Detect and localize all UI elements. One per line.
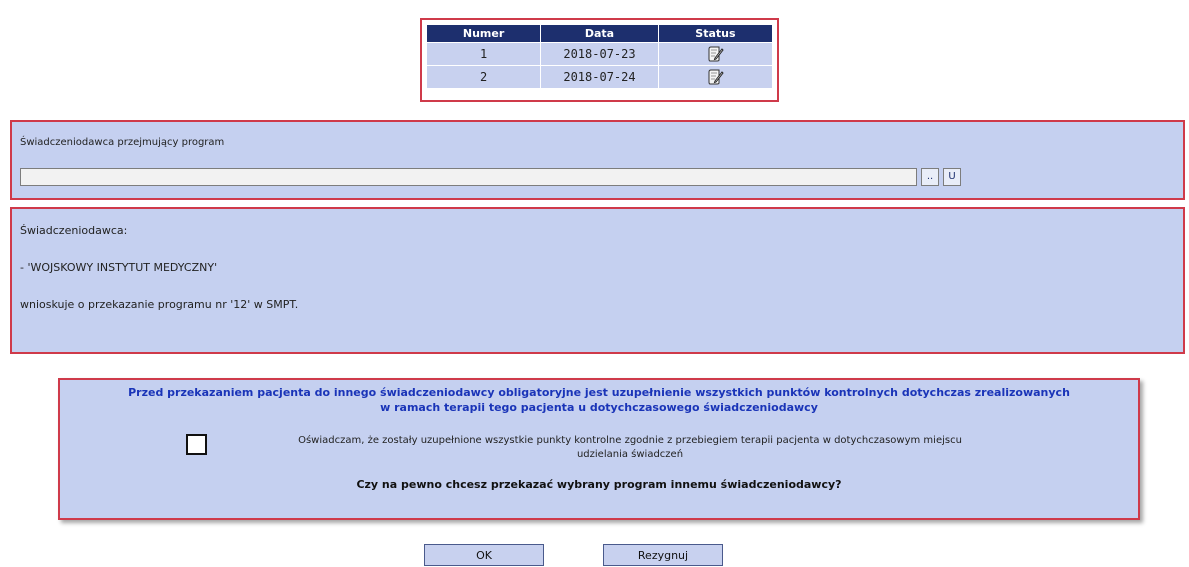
warning-text: Przed przekazaniem pacjenta do innego św… — [60, 385, 1138, 415]
status-table: Numer Data Status 1 2018-07-23 2 2018-07… — [425, 24, 774, 89]
provider-info-panel: Świadczeniodawca: - 'WOJSKOWY INSTYTUT M… — [10, 207, 1185, 354]
cell-numer: 2 — [425, 65, 542, 89]
declaration-checkbox[interactable] — [186, 434, 207, 455]
info-provider-name: - 'WOJSKOWY INSTYTUT MEDYCZNY' — [20, 261, 218, 274]
confirm-question: Czy na pewno chcesz przekazać wybrany pr… — [356, 478, 842, 491]
cell-data: 2018-07-24 — [540, 65, 659, 89]
cell-status[interactable] — [657, 42, 774, 66]
edit-note-icon[interactable] — [706, 45, 725, 63]
clear-provider-button[interactable]: U — [943, 168, 961, 186]
confirmation-panel: Przed przekazaniem pacjenta do innego św… — [58, 378, 1140, 520]
table-row: 2 2018-07-24 — [425, 65, 774, 89]
cell-numer: 1 — [425, 42, 542, 66]
edit-note-icon[interactable] — [706, 68, 725, 86]
warning-line-2: w ramach terapii tego pacjenta u dotychc… — [380, 401, 818, 414]
table-row: 1 2018-07-23 — [425, 42, 774, 66]
column-header-numer: Numer — [425, 24, 542, 43]
provider-panel: Świadczeniodawca przejmujący program .. … — [10, 120, 1185, 200]
column-header-status: Status — [657, 24, 774, 43]
table-header-row: Numer Data Status — [425, 24, 774, 43]
provider-label: Świadczeniodawca przejmujący program — [20, 137, 225, 148]
browse-provider-button[interactable]: .. — [921, 168, 939, 186]
provider-input[interactable] — [20, 168, 917, 186]
info-request-text: wnioskuje o przekazanie programu nr '12'… — [20, 298, 299, 311]
column-header-data: Data — [540, 24, 659, 43]
declaration-text: Oświadczam, że zostały uzupełnione wszys… — [220, 434, 1040, 462]
cell-status[interactable] — [657, 65, 774, 89]
info-heading: Świadczeniodawca: — [20, 224, 128, 237]
cell-data: 2018-07-23 — [540, 42, 659, 66]
declaration-line-1: Oświadczam, że zostały uzupełnione wszys… — [298, 435, 962, 446]
warning-line-1: Przed przekazaniem pacjenta do innego św… — [128, 386, 1070, 399]
declaration-line-2: udzielania świadczeń — [576, 449, 684, 460]
status-table-frame: Numer Data Status 1 2018-07-23 2 2018-07… — [420, 18, 779, 102]
